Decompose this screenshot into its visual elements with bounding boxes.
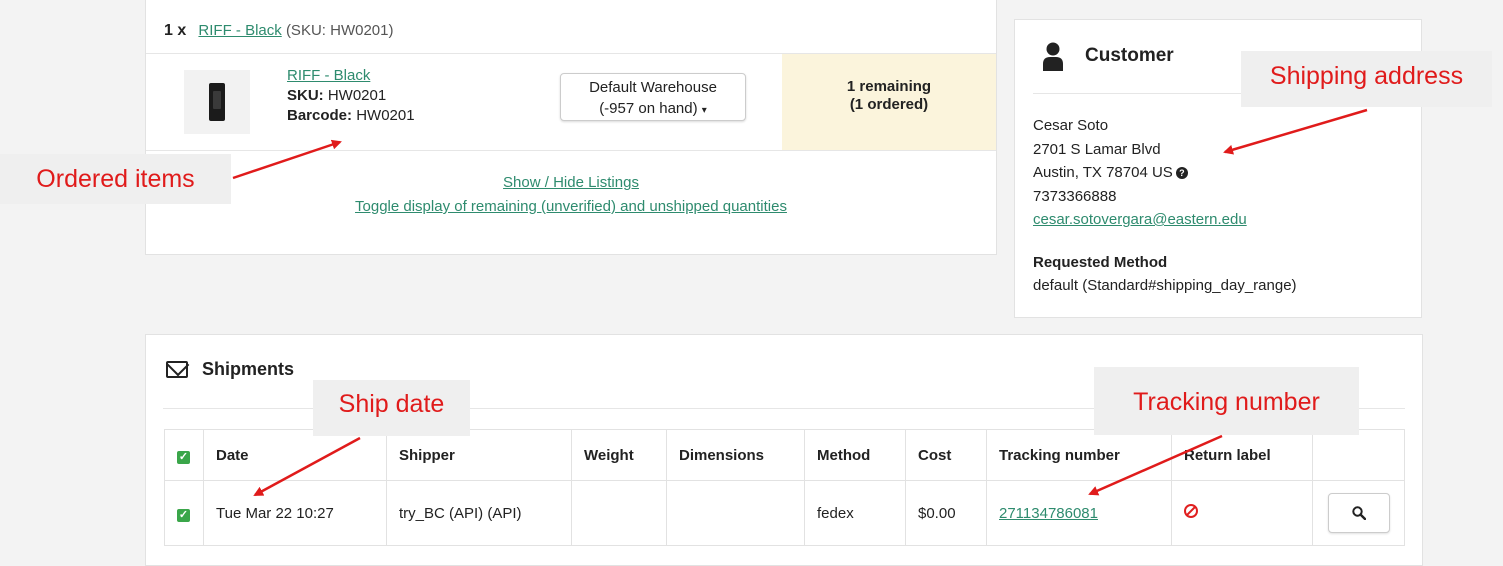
requested-method: Requested Method default (Standard#shipp… <box>1033 251 1297 297</box>
address-line-2: Austin, TX 78704 US <box>1033 164 1173 181</box>
line-quantity: 1 x <box>164 22 187 39</box>
product-image <box>209 83 225 121</box>
barcode-value: HW0201 <box>356 107 415 124</box>
item-link[interactable]: RIFF - Black <box>287 67 370 84</box>
address-line-1: 2701 S Lamar Blvd <box>1033 140 1161 158</box>
envelope-icon <box>166 361 188 378</box>
divider <box>146 150 996 151</box>
col-date[interactable]: Date <box>203 429 387 481</box>
weight <box>571 480 667 546</box>
col-shipper[interactable]: Shipper <box>386 429 572 481</box>
requested-method-label: Requested Method <box>1033 254 1168 271</box>
sku-label: SKU: <box>287 87 324 104</box>
order-items-card: 1 x RIFF - Black (SKU: HW0201) RIFF - Bl… <box>145 0 997 255</box>
listings-links: Show / Hide Listings Toggle display of r… <box>146 171 996 219</box>
return-label-cell <box>1171 480 1313 546</box>
search-icon <box>1351 506 1366 520</box>
customer-email-link[interactable]: cesar.sotovergara@eastern.edu <box>1033 211 1247 228</box>
warehouse-dropdown[interactable]: Default Warehouse (-957 on hand) ▾ <box>560 73 746 121</box>
line-sku: (SKU: HW0201) <box>285 22 394 39</box>
sku-value: HW0201 <box>327 87 387 104</box>
table-header-row: ✓ Date Shipper Weight Dimensions Method … <box>164 429 1405 481</box>
requested-method-value: default (Standard#shipping_day_range) <box>1033 277 1297 294</box>
warehouse-name: Default Warehouse <box>589 79 717 96</box>
col-dimensions[interactable]: Dimensions <box>666 429 805 481</box>
callout-ordered-items: Ordered items <box>0 154 231 204</box>
cost: $0.00 <box>905 480 987 546</box>
warehouse-on-hand: (-957 on hand) <box>599 100 698 117</box>
col-tracking-number[interactable]: Tracking number <box>986 429 1172 481</box>
customer-phone: 7373366888 <box>1033 187 1117 205</box>
product-thumbnail <box>184 70 250 134</box>
row-checkbox[interactable]: ✓ <box>177 508 190 522</box>
select-all-cell: ✓ <box>164 429 204 481</box>
row-select-cell: ✓ <box>164 480 204 546</box>
method: fedex <box>804 480 906 546</box>
ordered-count: (1 ordered) <box>849 96 929 113</box>
col-weight[interactable]: Weight <box>571 429 667 481</box>
col-actions <box>1312 429 1405 481</box>
customer-title: Customer <box>1085 45 1174 66</box>
dimensions <box>666 480 805 546</box>
user-icon <box>1043 42 1063 71</box>
col-method[interactable]: Method <box>804 429 906 481</box>
ship-date: Tue Mar 22 10:27 <box>203 480 387 546</box>
shipper: try_BC (API) (API) <box>386 480 572 546</box>
callout-ship-date: Ship date <box>313 380 470 436</box>
col-cost[interactable]: Cost <box>905 429 987 481</box>
shipping-address: Cesar Soto 2701 S Lamar Blvd Austin, TX … <box>1033 114 1247 232</box>
line-item-link[interactable]: RIFF - Black <box>198 22 281 39</box>
ban-icon <box>1184 504 1198 518</box>
tracking-cell: 271134786081 <box>986 480 1172 546</box>
order-line-header: 1 x RIFF - Black (SKU: HW0201) <box>164 22 393 40</box>
actions-cell <box>1312 480 1405 546</box>
shipments-table: ✓ Date Shipper Weight Dimensions Method … <box>164 429 1405 546</box>
table-row: ✓ Tue Mar 22 10:27 try_BC (API) (API) fe… <box>164 480 1405 546</box>
col-return-label[interactable]: Return label <box>1171 429 1313 481</box>
view-shipment-button[interactable] <box>1327 493 1390 533</box>
callout-shipping-address: Shipping address <box>1241 51 1492 107</box>
caret-down-icon: ▾ <box>701 105 707 116</box>
barcode-label: Barcode: <box>287 107 353 124</box>
tracking-number-link[interactable]: 271134786081 <box>999 505 1098 522</box>
shipments-title: Shipments <box>202 359 295 379</box>
toggle-quantities-link[interactable]: Toggle display of remaining (unverified)… <box>355 198 787 215</box>
show-hide-listings-link[interactable]: Show / Hide Listings <box>503 174 639 191</box>
shipments-header: Shipments <box>166 359 294 380</box>
customer-name: Cesar Soto <box>1033 117 1109 134</box>
question-circle-icon[interactable]: ? <box>1175 167 1188 179</box>
remaining-count: 1 remaining <box>846 78 932 95</box>
remaining-quantity-cell: 1 remaining (1 ordered) <box>782 54 996 150</box>
select-all-checkbox[interactable]: ✓ <box>177 450 190 464</box>
callout-tracking-number: Tracking number <box>1094 367 1359 435</box>
item-info: RIFF - Black SKU: HW0201 Barcode: HW0201 <box>287 66 415 126</box>
